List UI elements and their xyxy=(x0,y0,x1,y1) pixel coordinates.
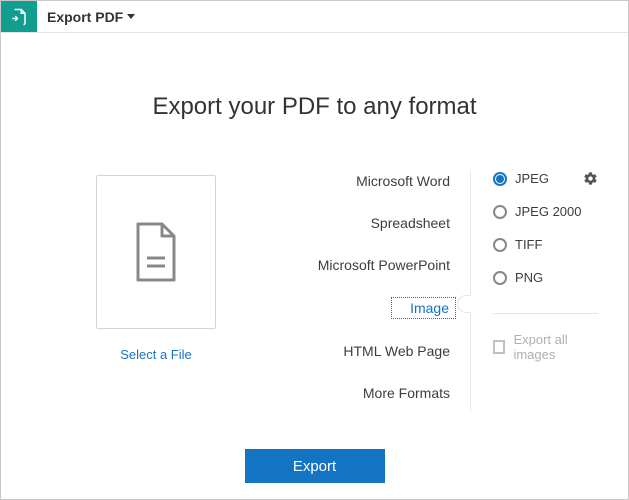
export-all-images-checkbox: Export all images xyxy=(493,332,598,362)
tool-title-label: Export PDF xyxy=(47,9,123,25)
subformat-jpeg[interactable]: JPEG xyxy=(493,171,598,186)
export-button[interactable]: Export xyxy=(245,449,385,483)
page-heading: Export your PDF to any format xyxy=(21,93,608,121)
divider xyxy=(493,313,598,314)
selection-notch xyxy=(457,295,471,313)
format-spreadsheet[interactable]: Spreadsheet xyxy=(371,213,450,233)
radio-icon xyxy=(493,271,507,285)
checkbox-icon xyxy=(493,340,505,354)
tool-title-dropdown[interactable]: Export PDF xyxy=(37,1,145,32)
radio-icon xyxy=(493,205,507,219)
export-pdf-icon xyxy=(1,1,37,32)
chevron-down-icon xyxy=(127,14,135,19)
format-word[interactable]: Microsoft Word xyxy=(356,171,450,191)
formats-list: Microsoft Word Spreadsheet Microsoft Pow… xyxy=(281,171,471,411)
jpeg-settings-button[interactable] xyxy=(583,171,598,186)
radio-icon xyxy=(493,238,507,252)
select-file-link[interactable]: Select a File xyxy=(120,347,192,362)
format-image[interactable]: Image xyxy=(391,297,456,319)
subformat-png[interactable]: PNG xyxy=(493,270,598,285)
gear-icon xyxy=(583,171,598,186)
format-more[interactable]: More Formats xyxy=(363,383,450,403)
subformat-tiff[interactable]: TIFF xyxy=(493,237,598,252)
image-subformats: JPEG JPEG 2000 TIFF xyxy=(471,171,598,411)
format-html[interactable]: HTML Web Page xyxy=(343,341,450,361)
file-drop-zone[interactable] xyxy=(96,175,216,329)
radio-icon xyxy=(493,172,507,186)
tool-header: Export PDF xyxy=(1,1,628,33)
subformat-jpeg2000[interactable]: JPEG 2000 xyxy=(493,204,598,219)
document-icon xyxy=(130,220,182,284)
format-powerpoint[interactable]: Microsoft PowerPoint xyxy=(318,255,450,275)
file-drop-column: Select a File xyxy=(31,171,281,411)
